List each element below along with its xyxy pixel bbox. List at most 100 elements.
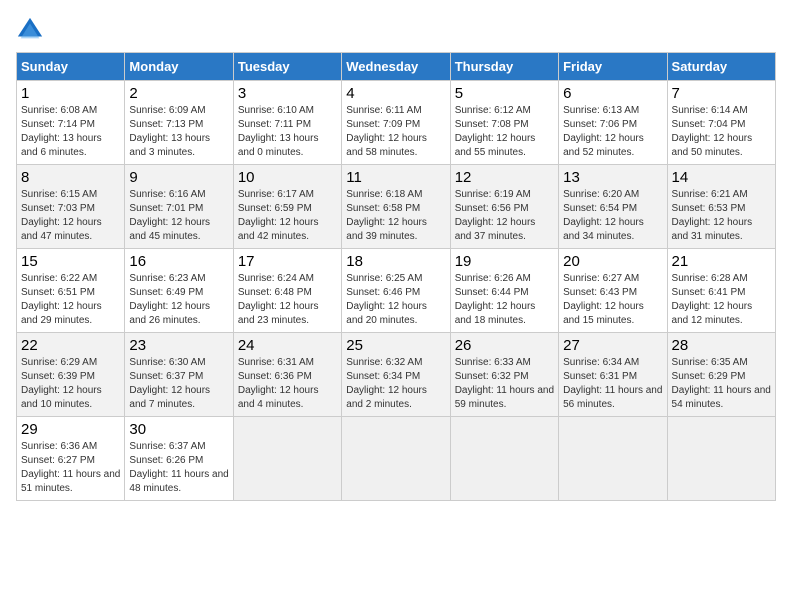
day-info: Sunrise: 6:09 AM Sunset: 7:13 PM Dayligh… (129, 104, 228, 160)
day-cell: 17Sunrise: 6:24 AM Sunset: 6:48 PM Dayli… (233, 249, 341, 333)
col-header-monday: Monday (125, 53, 233, 81)
day-info: Sunrise: 6:23 AM Sunset: 6:49 PM Dayligh… (129, 272, 228, 328)
week-row-3: 15 Sunrise: 6:22 AM Sunset: 6:51 PM Dayli… (17, 249, 776, 333)
day-cell: 28Sunrise: 6:35 AM Sunset: 6:29 PM Dayli… (667, 333, 775, 417)
day-cell: 5 Sunrise: 6:12 AM Sunset: 7:08 PM Daylig… (450, 81, 558, 165)
day-number: 12 (455, 169, 554, 186)
day-cell: 13 Sunrise: 6:20 AM Sunset: 6:54 PM Dayli… (559, 165, 667, 249)
day-number: 13 (563, 169, 662, 186)
logo-icon (16, 16, 44, 44)
day-number: 7 (672, 85, 771, 102)
day-number: 18 (346, 253, 445, 270)
day-number: 29 (21, 421, 120, 438)
day-number: 19 (455, 253, 554, 270)
day-info: Sunrise: 6:32 AM Sunset: 6:34 PM Dayligh… (346, 356, 445, 412)
day-number: 11 (346, 169, 445, 186)
day-info: Sunrise: 6:28 AM Sunset: 6:41 PM Dayligh… (672, 272, 771, 328)
week-row-5: 29 Sunrise: 6:36 AM Sunset: 6:27 PM Dayli… (17, 417, 776, 501)
day-number: 23 (129, 337, 228, 354)
col-header-tuesday: Tuesday (233, 53, 341, 81)
day-cell: 14 Sunrise: 6:21 AM Sunset: 6:53 PM Dayli… (667, 165, 775, 249)
day-cell: 26 Sunrise: 6:33 AM Sunset: 6:32 PM Dayli… (450, 333, 558, 417)
day-cell: 9 Sunrise: 6:16 AM Sunset: 7:01 PM Daylig… (125, 165, 233, 249)
day-cell (667, 417, 775, 501)
day-cell: 19 Sunrise: 6:26 AM Sunset: 6:44 PM Dayli… (450, 249, 558, 333)
day-info: Sunrise: 6:13 AM Sunset: 7:06 PM Dayligh… (563, 104, 662, 160)
day-cell: 21 Sunrise: 6:28 AM Sunset: 6:41 PM Dayli… (667, 249, 775, 333)
day-info: Sunrise: 6:12 AM Sunset: 7:08 PM Dayligh… (455, 104, 554, 160)
day-number: 5 (455, 85, 554, 102)
calendar-table: SundayMondayTuesdayWednesdayThursdayFrid… (16, 52, 776, 501)
day-info: Sunrise: 6:37 AM Sunset: 6:26 PM Dayligh… (129, 440, 228, 496)
day-number: 22 (21, 337, 120, 354)
day-cell: 24 Sunrise: 6:31 AM Sunset: 6:36 PM Dayli… (233, 333, 341, 417)
day-cell: 7 Sunrise: 6:14 AM Sunset: 7:04 PM Daylig… (667, 81, 775, 165)
day-number: 9 (129, 169, 228, 186)
day-number: 1 (21, 85, 120, 102)
day-cell: 25 Sunrise: 6:32 AM Sunset: 6:34 PM Dayli… (342, 333, 450, 417)
day-number: 20 (563, 253, 662, 270)
day-info: Sunrise: 6:24 AM Sunset: 6:48 PM Dayligh… (238, 272, 337, 328)
col-header-sunday: Sunday (17, 53, 125, 81)
day-cell: 30Sunrise: 6:37 AM Sunset: 6:26 PM Dayli… (125, 417, 233, 501)
col-header-thursday: Thursday (450, 53, 558, 81)
day-number: 28 (672, 337, 771, 354)
day-info: Sunrise: 6:20 AM Sunset: 6:54 PM Dayligh… (563, 188, 662, 244)
day-cell: 23 Sunrise: 6:30 AM Sunset: 6:37 PM Dayli… (125, 333, 233, 417)
day-number: 3 (238, 85, 337, 102)
day-info: Sunrise: 6:30 AM Sunset: 6:37 PM Dayligh… (129, 356, 228, 412)
day-info: Sunrise: 6:26 AM Sunset: 6:44 PM Dayligh… (455, 272, 554, 328)
day-cell: 15 Sunrise: 6:22 AM Sunset: 6:51 PM Dayli… (17, 249, 125, 333)
day-cell: 3 Sunrise: 6:10 AM Sunset: 7:11 PM Daylig… (233, 81, 341, 165)
day-info: Sunrise: 6:34 AM Sunset: 6:31 PM Dayligh… (563, 356, 662, 412)
day-cell: 1 Sunrise: 6:08 AM Sunset: 7:14 PM Daylig… (17, 81, 125, 165)
week-row-4: 22 Sunrise: 6:29 AM Sunset: 6:39 PM Dayli… (17, 333, 776, 417)
day-cell: 12Sunrise: 6:19 AM Sunset: 6:56 PM Dayli… (450, 165, 558, 249)
day-info: Sunrise: 6:10 AM Sunset: 7:11 PM Dayligh… (238, 104, 337, 160)
day-cell: 6 Sunrise: 6:13 AM Sunset: 7:06 PM Daylig… (559, 81, 667, 165)
day-info: Sunrise: 6:27 AM Sunset: 6:43 PM Dayligh… (563, 272, 662, 328)
day-number: 24 (238, 337, 337, 354)
day-info: Sunrise: 6:25 AM Sunset: 6:46 PM Dayligh… (346, 272, 445, 328)
day-number: 14 (672, 169, 771, 186)
day-number: 6 (563, 85, 662, 102)
day-cell: 4Sunrise: 6:11 AM Sunset: 7:09 PM Daylig… (342, 81, 450, 165)
day-info: Sunrise: 6:15 AM Sunset: 7:03 PM Dayligh… (21, 188, 120, 244)
logo (16, 16, 48, 44)
day-cell: 10 Sunrise: 6:17 AM Sunset: 6:59 PM Dayli… (233, 165, 341, 249)
col-header-saturday: Saturday (667, 53, 775, 81)
day-cell: 16 Sunrise: 6:23 AM Sunset: 6:49 PM Dayli… (125, 249, 233, 333)
page-header (16, 16, 776, 44)
day-info: Sunrise: 6:18 AM Sunset: 6:58 PM Dayligh… (346, 188, 445, 244)
col-header-friday: Friday (559, 53, 667, 81)
day-info: Sunrise: 6:17 AM Sunset: 6:59 PM Dayligh… (238, 188, 337, 244)
day-info: Sunrise: 6:08 AM Sunset: 7:14 PM Dayligh… (21, 104, 120, 160)
day-cell: 27Sunrise: 6:34 AM Sunset: 6:31 PM Dayli… (559, 333, 667, 417)
day-number: 21 (672, 253, 771, 270)
day-cell: 8 Sunrise: 6:15 AM Sunset: 7:03 PM Daylig… (17, 165, 125, 249)
day-number: 25 (346, 337, 445, 354)
day-info: Sunrise: 6:22 AM Sunset: 6:51 PM Dayligh… (21, 272, 120, 328)
day-cell (233, 417, 341, 501)
day-info: Sunrise: 6:14 AM Sunset: 7:04 PM Dayligh… (672, 104, 771, 160)
day-cell: 18 Sunrise: 6:25 AM Sunset: 6:46 PM Dayli… (342, 249, 450, 333)
day-cell: 22 Sunrise: 6:29 AM Sunset: 6:39 PM Dayli… (17, 333, 125, 417)
day-info: Sunrise: 6:16 AM Sunset: 7:01 PM Dayligh… (129, 188, 228, 244)
col-header-wednesday: Wednesday (342, 53, 450, 81)
day-number: 10 (238, 169, 337, 186)
day-cell (559, 417, 667, 501)
day-info: Sunrise: 6:33 AM Sunset: 6:32 PM Dayligh… (455, 356, 554, 412)
day-number: 8 (21, 169, 120, 186)
day-number: 16 (129, 253, 228, 270)
day-info: Sunrise: 6:29 AM Sunset: 6:39 PM Dayligh… (21, 356, 120, 412)
day-info: Sunrise: 6:36 AM Sunset: 6:27 PM Dayligh… (21, 440, 120, 496)
day-cell: 29 Sunrise: 6:36 AM Sunset: 6:27 PM Dayli… (17, 417, 125, 501)
day-info: Sunrise: 6:11 AM Sunset: 7:09 PM Dayligh… (346, 104, 445, 160)
day-info: Sunrise: 6:21 AM Sunset: 6:53 PM Dayligh… (672, 188, 771, 244)
day-cell: 2Sunrise: 6:09 AM Sunset: 7:13 PM Daylig… (125, 81, 233, 165)
day-number: 26 (455, 337, 554, 354)
day-cell: 11 Sunrise: 6:18 AM Sunset: 6:58 PM Dayli… (342, 165, 450, 249)
day-info: Sunrise: 6:31 AM Sunset: 6:36 PM Dayligh… (238, 356, 337, 412)
day-cell (450, 417, 558, 501)
day-number: 15 (21, 253, 120, 270)
